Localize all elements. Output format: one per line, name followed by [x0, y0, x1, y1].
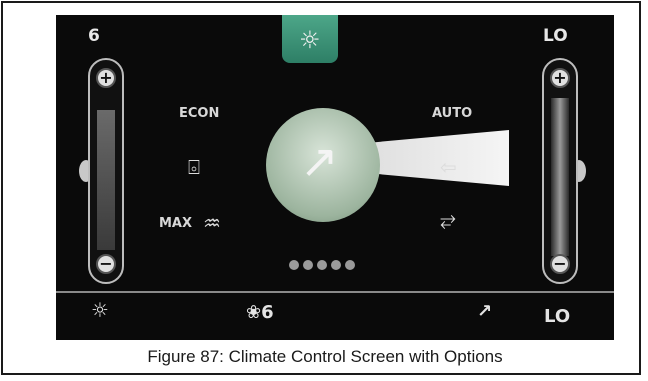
max-defrost-icon[interactable]: ♒	[203, 211, 221, 235]
front-defrost-icon: ☼	[299, 26, 321, 54]
figure-frame: 6 LO + − + − ☼ ECON ⌻ MAX ♒ ↗ AUTO ⇦ ⥂ ☼…	[1, 1, 641, 375]
right-temperature-slider[interactable]: + −	[542, 58, 578, 284]
right-temp-decrease-button[interactable]: −	[550, 254, 570, 274]
airflow-mode-button[interactable]: ↗	[266, 108, 380, 222]
figure-caption: Figure 87: Climate Control Screen with O…	[147, 347, 503, 366]
bottom-defrost-icon[interactable]: ☼	[91, 298, 109, 322]
airflow-mode-icon: ↗	[300, 134, 339, 188]
right-temp-increase-button[interactable]: +	[550, 68, 570, 88]
right-slider-track[interactable]	[551, 98, 569, 256]
left-temperature-slider[interactable]: + −	[88, 58, 124, 284]
fan-speed-indicator[interactable]: ❀6	[246, 302, 274, 323]
front-defrost-button[interactable]: ☼	[282, 15, 338, 63]
climate-control-screen: 6 LO + − + − ☼ ECON ⌻ MAX ♒ ↗ AUTO ⇦ ⥂ ☼…	[56, 15, 614, 340]
fresh-air-icon[interactable]: ⇦	[440, 155, 457, 179]
bottom-temperature[interactable]: LO	[544, 306, 570, 327]
bottom-divider	[56, 291, 614, 293]
left-temp-decrease-button[interactable]: −	[96, 254, 116, 274]
auto-button[interactable]: AUTO	[432, 106, 472, 121]
page-dot	[317, 260, 327, 270]
page-dot	[289, 260, 299, 270]
page-dot	[331, 260, 341, 270]
left-slider-track[interactable]	[97, 110, 115, 250]
max-defrost-button[interactable]: MAX	[159, 216, 192, 231]
page-dot	[345, 260, 355, 270]
recirculation-icon[interactable]: ⥂	[440, 207, 456, 231]
left-zone-temperature: 6	[88, 26, 100, 46]
rear-defrost-icon[interactable]: ⌻	[188, 155, 200, 179]
page-dot	[303, 260, 313, 270]
vent-mode-icon[interactable]: ↗	[477, 301, 492, 322]
page-indicator	[289, 255, 359, 274]
econ-button[interactable]: ECON	[179, 106, 219, 121]
left-temp-increase-button[interactable]: +	[96, 68, 116, 88]
right-zone-temperature: LO	[543, 26, 568, 46]
